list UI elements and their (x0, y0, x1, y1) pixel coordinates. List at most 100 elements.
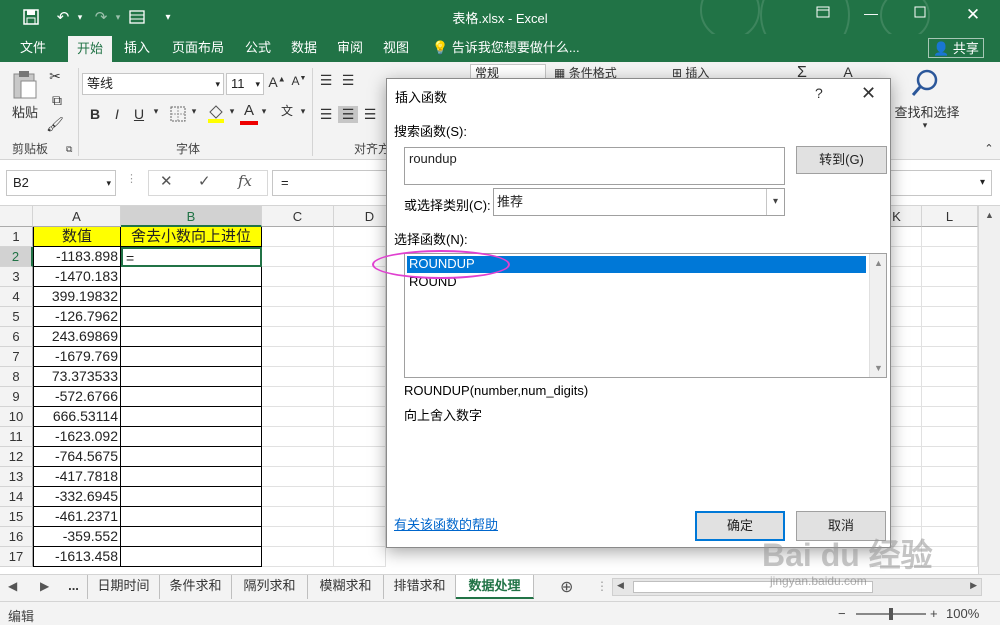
cell-b[interactable] (121, 527, 262, 547)
grid-cell[interactable] (334, 467, 386, 487)
grid-cell[interactable] (334, 527, 386, 547)
paste-icon[interactable] (8, 70, 42, 100)
cell-b2-active[interactable]: = (121, 247, 262, 267)
zoom-out-icon[interactable]: − (838, 606, 846, 621)
shrink-font-icon[interactable]: A▼ (290, 74, 308, 88)
grid-cell[interactable] (262, 307, 334, 327)
row-header[interactable]: 5 (0, 307, 33, 327)
tab-page-layout[interactable]: 页面布局 (162, 34, 234, 62)
scroll-up-icon[interactable]: ▲ (870, 258, 887, 268)
scroll-left-icon[interactable]: ◀ (617, 580, 624, 591)
list-scrollbar[interactable]: ▲ ▼ (869, 254, 886, 377)
grid-cell[interactable] (334, 347, 386, 367)
borders-icon[interactable] (168, 106, 188, 125)
cell-a[interactable]: -461.2371 (33, 507, 121, 527)
grid-cell[interactable] (334, 407, 386, 427)
cut-icon[interactable]: ✂ (46, 68, 64, 85)
grid-cell[interactable] (262, 387, 334, 407)
prev-sheet-icon[interactable]: ◀ (8, 579, 17, 593)
grid-cell[interactable] (334, 507, 386, 527)
grid-cell[interactable] (334, 307, 386, 327)
column-header-a[interactable]: A (33, 206, 121, 227)
cell-b[interactable] (121, 367, 262, 387)
grid-cell[interactable] (262, 227, 334, 247)
grid-cell[interactable] (262, 467, 334, 487)
grid-cell[interactable] (922, 407, 978, 427)
grid-cell[interactable] (262, 287, 334, 307)
cell-b[interactable] (121, 447, 262, 467)
row-header[interactable]: 11 (0, 427, 33, 447)
font-color-icon[interactable]: A (240, 102, 258, 125)
chevron-down-icon[interactable]: ▾ (766, 189, 784, 215)
underline-dropdown-icon[interactable]: ▾ (150, 106, 162, 117)
grid-cell[interactable] (922, 507, 978, 527)
cell-b[interactable] (121, 487, 262, 507)
grid-cell[interactable] (262, 367, 334, 387)
ribbon-display-icon[interactable] (808, 5, 838, 27)
row-header[interactable]: 13 (0, 467, 33, 487)
more-sheets-button[interactable]: ... (60, 575, 88, 599)
row-header[interactable]: 1 (0, 227, 33, 247)
cell-b[interactable] (121, 547, 262, 567)
dialog-help-button[interactable]: ? (815, 85, 823, 101)
grid-cell[interactable] (334, 287, 386, 307)
enter-entry-icon[interactable]: ✓ (198, 172, 211, 190)
tab-view[interactable]: 视图 (374, 34, 418, 62)
grid-cell[interactable] (262, 327, 334, 347)
zoom-in-icon[interactable]: + (930, 606, 938, 621)
cell-a[interactable]: -1470.183 (33, 267, 121, 287)
align-left-icon[interactable]: ☰ (316, 106, 336, 123)
cell-b[interactable] (121, 507, 262, 527)
fill-color-icon[interactable] (206, 104, 226, 127)
format-painter-icon[interactable]: 🖌 (46, 116, 64, 133)
cell-b[interactable] (121, 407, 262, 427)
grid-cell[interactable] (262, 267, 334, 287)
cell-b[interactable] (121, 347, 262, 367)
grow-font-icon[interactable]: A▲ (268, 74, 286, 90)
cell-b[interactable] (121, 427, 262, 447)
font-color-dropdown-icon[interactable]: ▾ (258, 106, 270, 117)
close-window-icon[interactable]: ✕ (958, 5, 988, 27)
expand-formula-icon[interactable]: ▾ (980, 171, 985, 195)
select-all-corner[interactable] (0, 206, 33, 227)
bold-button[interactable]: B (86, 106, 104, 122)
grid-cell[interactable] (334, 327, 386, 347)
grid-cell[interactable] (922, 467, 978, 487)
grid-cell[interactable] (334, 427, 386, 447)
row-header[interactable]: 17 (0, 547, 33, 567)
dialog-launcher-icon[interactable]: ⧉ (66, 144, 72, 155)
close-icon[interactable]: ✕ (861, 83, 876, 104)
paste-label[interactable]: 粘贴 (8, 102, 42, 121)
row-header[interactable]: 2 (0, 247, 33, 267)
sheet-tab-alternate-sum[interactable]: 隔列求和 (232, 575, 308, 599)
cell-a1-header[interactable]: 数值 (33, 227, 121, 247)
sheet-tab-fuzzy-sum[interactable]: 模糊求和 (308, 575, 384, 599)
cell-a[interactable]: -332.6945 (33, 487, 121, 507)
add-sheet-icon[interactable]: ⊕ (560, 577, 573, 597)
fill-dropdown-icon[interactable]: ▾ (226, 106, 238, 117)
font-size-box[interactable]: 11 ▾ (226, 73, 264, 95)
find-select-label[interactable]: 查找和选择 (892, 102, 962, 121)
grid-cell[interactable] (334, 447, 386, 467)
grid-cell[interactable] (922, 327, 978, 347)
row-header[interactable]: 7 (0, 347, 33, 367)
goto-button[interactable]: 转到(G) (796, 146, 887, 174)
phonetic-icon[interactable]: 文 (276, 102, 298, 119)
grid-cell[interactable] (262, 247, 334, 267)
grid-cell[interactable] (922, 307, 978, 327)
scroll-up-icon[interactable]: ▲ (985, 210, 994, 220)
cell-b[interactable] (121, 467, 262, 487)
share-button[interactable]: 👤 共享 (928, 38, 984, 58)
cell-a[interactable]: -1613.458 (33, 547, 121, 567)
find-dropdown-icon[interactable]: ▾ (918, 120, 932, 131)
column-header-l[interactable]: L (922, 206, 978, 227)
grid-cell[interactable] (262, 527, 334, 547)
align-middle-icon[interactable]: ☰ (338, 72, 358, 89)
tell-me-box[interactable]: 💡 告诉我您想要做什么... (432, 34, 580, 62)
tab-file[interactable]: 文件 (6, 34, 60, 62)
grid-cell[interactable] (334, 547, 386, 567)
italic-button[interactable]: I (108, 106, 126, 122)
search-function-input[interactable]: roundup (404, 147, 785, 185)
cell-a[interactable]: -1623.092 (33, 427, 121, 447)
row-header[interactable]: 9 (0, 387, 33, 407)
